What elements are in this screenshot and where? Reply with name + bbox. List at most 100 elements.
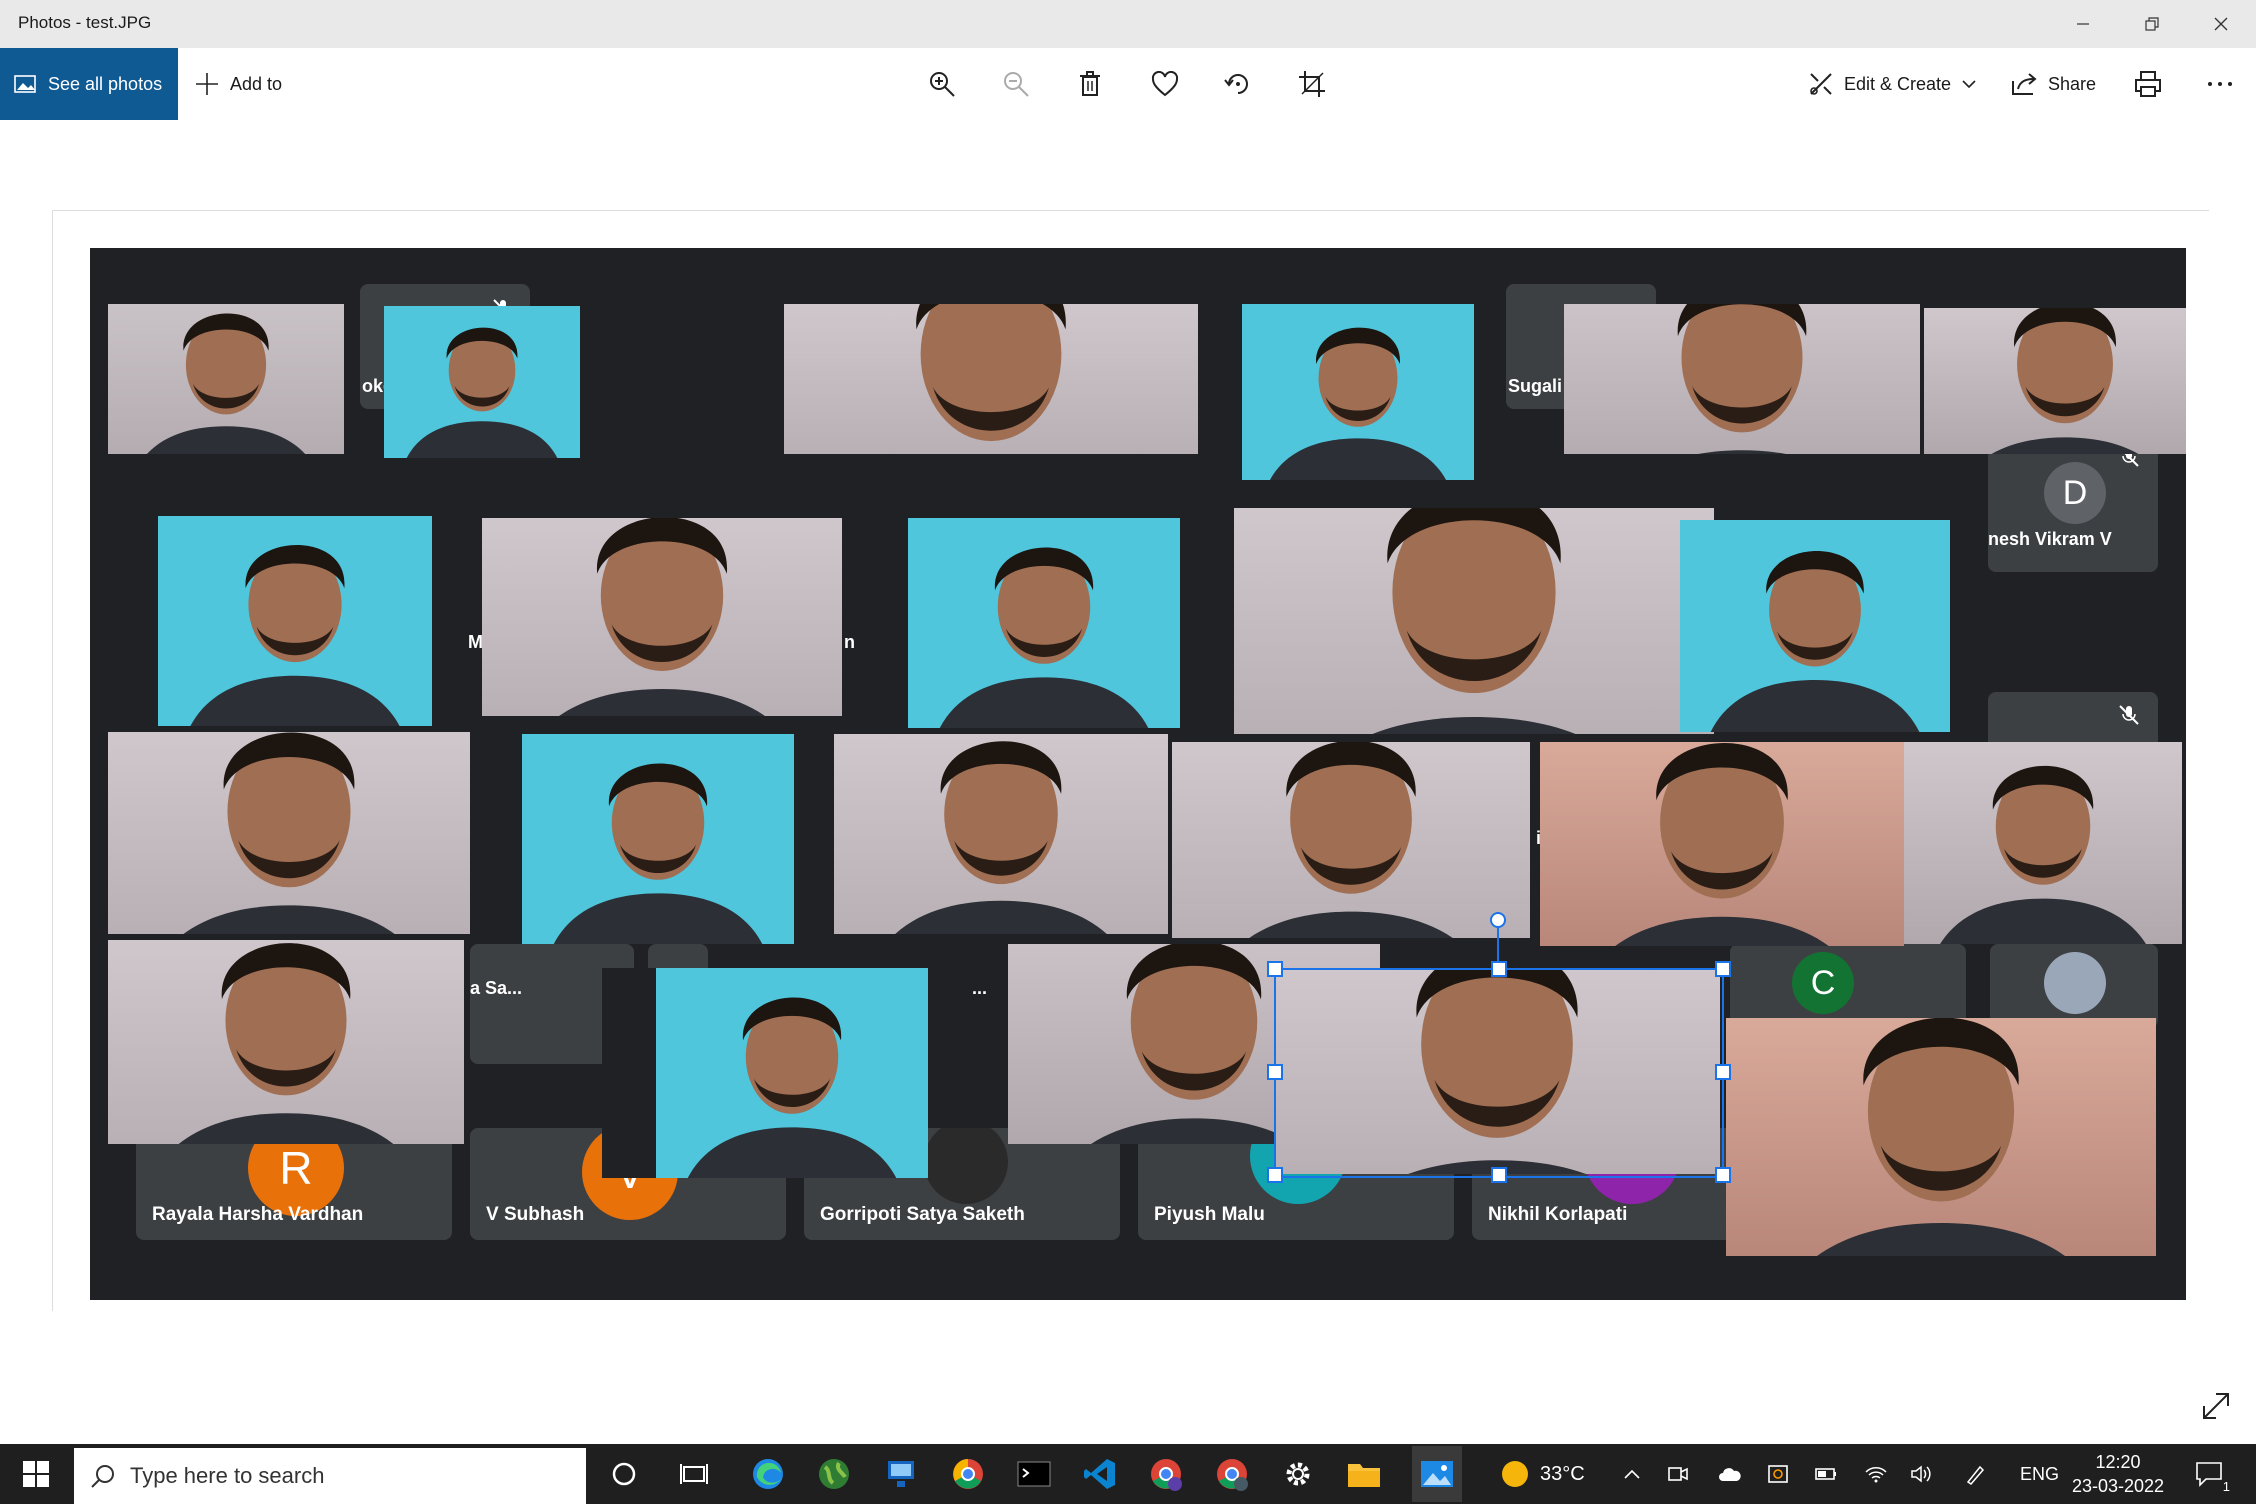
crop-icon	[1299, 71, 1325, 97]
add-to-button[interactable]: Add to	[194, 48, 282, 120]
zoom-out-icon	[1004, 72, 1029, 97]
share-button[interactable]: Share	[2010, 48, 2096, 120]
task-view-button[interactable]	[676, 1456, 712, 1492]
crop-button[interactable]	[1294, 66, 1330, 102]
video-snapshot	[158, 516, 432, 726]
cortana-button[interactable]	[606, 1456, 642, 1492]
notification-count: 1	[2222, 1479, 2230, 1494]
participant-tile: R Rayala Harsha Vardhan	[136, 1128, 452, 1240]
video-snapshot	[1726, 1018, 2156, 1256]
resize-handle[interactable]	[1267, 1167, 1283, 1183]
favorite-button[interactable]	[1147, 66, 1183, 102]
participant-avatar: C	[1792, 952, 1854, 1014]
more-icon	[2208, 82, 2232, 86]
weather-widget[interactable]: 33°C	[1500, 1444, 1585, 1504]
resize-handle[interactable]	[1715, 961, 1731, 977]
resize-handle[interactable]	[1715, 1167, 1731, 1183]
zoom-out-button[interactable]	[998, 66, 1034, 102]
rotate-icon	[1224, 74, 1248, 94]
volume-tray[interactable]	[1908, 1456, 1936, 1492]
onedrive-tray[interactable]	[1716, 1456, 1744, 1492]
more-options-button[interactable]	[2202, 66, 2238, 102]
add-to-label: Add to	[230, 73, 283, 94]
video-snapshot	[1564, 304, 1920, 454]
delete-button[interactable]	[1072, 66, 1108, 102]
windows-icon	[23, 1461, 49, 1487]
restore-button[interactable]	[2117, 0, 2187, 48]
resize-handle[interactable]	[1715, 1064, 1731, 1080]
rotate-button[interactable]	[1220, 66, 1256, 102]
video-snapshot	[108, 732, 470, 934]
participant-name: Gorripoti Satya Saketh	[820, 1204, 1025, 1225]
chrome-app[interactable]	[950, 1456, 986, 1492]
file-explorer-app[interactable]	[1346, 1456, 1382, 1492]
search-icon	[91, 1465, 114, 1488]
clock[interactable]: 12:20 23-03-2022	[2068, 1444, 2168, 1504]
photos-toolbar: See all photos Add to Edit & Create Shar…	[0, 48, 2256, 120]
resize-handle[interactable]	[1491, 961, 1507, 977]
title-bar: Photos - test.JPG	[0, 0, 2256, 48]
minimize-button[interactable]	[2048, 0, 2118, 48]
taskbar-search[interactable]: Type here to search	[74, 1448, 586, 1504]
edge-app[interactable]	[750, 1456, 786, 1492]
language-indicator[interactable]: ENG	[2020, 1444, 2059, 1504]
participant-name: V Subhash	[486, 1204, 585, 1225]
participant-name: Rayala Harsha Vardhan	[152, 1204, 364, 1225]
resize-handle[interactable]	[1267, 961, 1283, 977]
participant-name: Sugali	[1508, 376, 1563, 396]
photos-app-active[interactable]	[1412, 1446, 1462, 1502]
zoom-in-button[interactable]	[924, 66, 960, 102]
meet-now-tray[interactable]	[1664, 1456, 1692, 1492]
wifi-tray[interactable]	[1862, 1456, 1890, 1492]
gear-icon	[1286, 1462, 1310, 1486]
expand-icon[interactable]	[2200, 1390, 2232, 1422]
notification-center-button[interactable]: 1	[2192, 1456, 2230, 1494]
resize-handle[interactable]	[1491, 1167, 1507, 1183]
chrome-profile-app[interactable]	[1148, 1456, 1184, 1492]
see-all-photos-button[interactable]: See all photos	[0, 48, 178, 120]
start-button[interactable]	[18, 1456, 54, 1492]
clock-time: 12:20	[2095, 1452, 2141, 1472]
share-label: Share	[2048, 73, 2097, 94]
language-label: ENG	[2020, 1463, 2060, 1484]
task-view-icon	[680, 1464, 708, 1484]
resize-handle[interactable]	[1267, 1064, 1283, 1080]
edit-create-icon	[1810, 73, 1832, 95]
photos-icon	[14, 75, 36, 93]
notification-icon	[2196, 1462, 2222, 1487]
remote-desktop-app[interactable]	[884, 1456, 920, 1492]
video-snapshot	[1540, 742, 1904, 946]
rotate-handle[interactable]	[1490, 912, 1506, 928]
terminal-app[interactable]	[1016, 1456, 1052, 1492]
network-adapter-tray[interactable]	[1764, 1456, 1792, 1492]
battery-tray[interactable]	[1812, 1456, 1840, 1492]
sync-icon	[1768, 1465, 1788, 1483]
chrome-profile-icon	[1217, 1459, 1248, 1491]
see-all-label: See all photos	[48, 73, 163, 94]
vscode-app[interactable]	[1082, 1456, 1118, 1492]
participant-name: a Sa...	[470, 978, 523, 998]
show-hidden-icons[interactable]	[1618, 1456, 1646, 1492]
pen-tray[interactable]	[1962, 1456, 1990, 1492]
edge-icon	[753, 1459, 783, 1489]
edit-create-button[interactable]: Edit & Create	[1808, 48, 1977, 120]
delete-icon	[1080, 71, 1100, 96]
video-snapshot	[108, 304, 344, 454]
video-snapshot	[482, 518, 842, 716]
video-snapshot	[1904, 742, 2182, 944]
pen-icon	[1966, 1465, 1985, 1485]
video-snapshot	[1680, 520, 1950, 732]
zoom-in-icon	[930, 72, 955, 97]
chrome-profile-app-2[interactable]	[1214, 1456, 1250, 1492]
restore-icon	[2145, 17, 2159, 31]
print-button[interactable]	[2130, 66, 2166, 102]
chevron-down-icon	[1962, 80, 1976, 89]
video-snapshot	[1172, 742, 1530, 938]
participant-avatar: D	[2044, 462, 2106, 524]
close-button[interactable]	[2186, 0, 2256, 48]
settings-app[interactable]	[1280, 1456, 1316, 1492]
selection-box[interactable]	[1274, 968, 1724, 1178]
globe-app[interactable]	[816, 1456, 852, 1492]
print-icon	[2135, 71, 2161, 97]
video-snapshot	[1924, 308, 2186, 454]
